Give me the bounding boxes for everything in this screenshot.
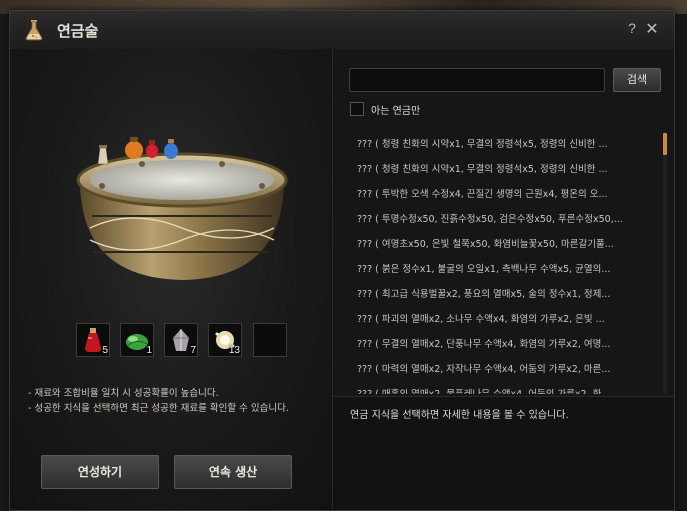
recipe-list-item[interactable]: ??? ( 최고급 식용벌꿀x2, 풍요의 열매x5, 술의 정수x1, 정제.… — [349, 282, 659, 307]
material-slot[interactable]: 7 — [164, 323, 198, 357]
title-bar[interactable]: 연금술 ? ✕ — [10, 11, 674, 50]
recipe-list-item[interactable]: ??? ( 무결의 열매x2, 단풍나무 수액x4, 화염의 가루x2, 여명.… — [349, 332, 659, 357]
material-count: 7 — [190, 345, 196, 356]
material-count: 1 — [146, 345, 152, 356]
material-count: 13 — [228, 345, 240, 356]
tip-line: - 재료와 조합비율 일치 시 성공확률이 높습니다. — [28, 388, 219, 399]
tip-line: - 성공한 지식을 선택하면 최근 성공한 재료를 확인할 수 있습니다. — [28, 403, 289, 414]
search-button[interactable]: 검색 — [613, 68, 661, 92]
close-button[interactable]: ✕ — [644, 19, 660, 38]
recipe-list-item[interactable]: ??? ( 매혹의 열매x2, 물푸레나무 수액x4, 어둠의 가루x2, 화.… — [349, 382, 659, 394]
flask-icon — [24, 19, 44, 41]
recipe-list-item[interactable]: ??? ( 투박한 오색 수정x4, 끈질긴 생명의 근원x4, 평온의 오..… — [349, 182, 659, 207]
help-button[interactable]: ? — [625, 20, 639, 38]
recipe-scrollbar-track[interactable] — [663, 132, 667, 394]
recipe-scrollbar-thumb[interactable] — [663, 133, 667, 155]
potion-bottles — [94, 134, 194, 174]
recipe-list-item[interactable]: ??? ( 붉은 정수x1, 불굴의 오일x1, 측백나무 수액x5, 균열의.… — [349, 257, 659, 282]
mass-production-button[interactable]: 연속 생산 — [174, 455, 292, 489]
recipe-list-item[interactable]: ??? ( 여명초x50, 은빛 철쭉x50, 화염비늘꽃x50, 마른갈기풀.… — [349, 232, 659, 257]
material-count: 5 — [102, 345, 108, 356]
recipe-list-item[interactable]: ??? ( 청령 친화의 시약x1, 무결의 정령석x5, 정령의 신비한 ..… — [349, 157, 659, 182]
known-only-label: 아는 연금만 — [371, 106, 421, 117]
recipe-list-item[interactable]: ??? ( 파괴의 열매x2, 소나무 수액x4, 화염의 가루x2, 은빛 .… — [349, 307, 659, 332]
search-input[interactable] — [349, 68, 605, 92]
material-slot-empty[interactable] — [253, 323, 287, 357]
known-only-checkbox[interactable] — [350, 102, 364, 116]
material-slot[interactable]: 13 — [208, 323, 242, 357]
material-slots: 5 1 7 13 — [76, 323, 296, 359]
recipe-list-item[interactable]: ??? ( 청령 친화의 시약x1, 무결의 정령석x5, 정령의 신비한 ..… — [349, 132, 659, 157]
alchemy-tips: - 재료와 조합비율 일치 시 성공확률이 높습니다. - 성공한 지식을 선택… — [28, 386, 328, 416]
craft-button[interactable]: 연성하기 — [41, 455, 159, 489]
window-title: 연금술 — [57, 23, 99, 40]
description-text: 연금 지식을 선택하면 자세한 내용을 볼 수 있습니다. — [350, 410, 569, 421]
material-slot[interactable]: 1 — [120, 323, 154, 357]
recipe-list-item[interactable]: ??? ( 마력의 열매x2, 자작나무 수액x4, 어둠의 가루x2, 마른.… — [349, 357, 659, 382]
recipe-list-item[interactable]: ??? ( 투명수정x50, 진흙수정x50, 검은수정x50, 푸른수정x50… — [349, 207, 659, 232]
material-slot[interactable]: 5 — [76, 323, 110, 357]
recipe-list: ??? ( 청령 친화의 시약x1, 무결의 정령석x5, 정령의 신비한 ..… — [349, 132, 669, 394]
